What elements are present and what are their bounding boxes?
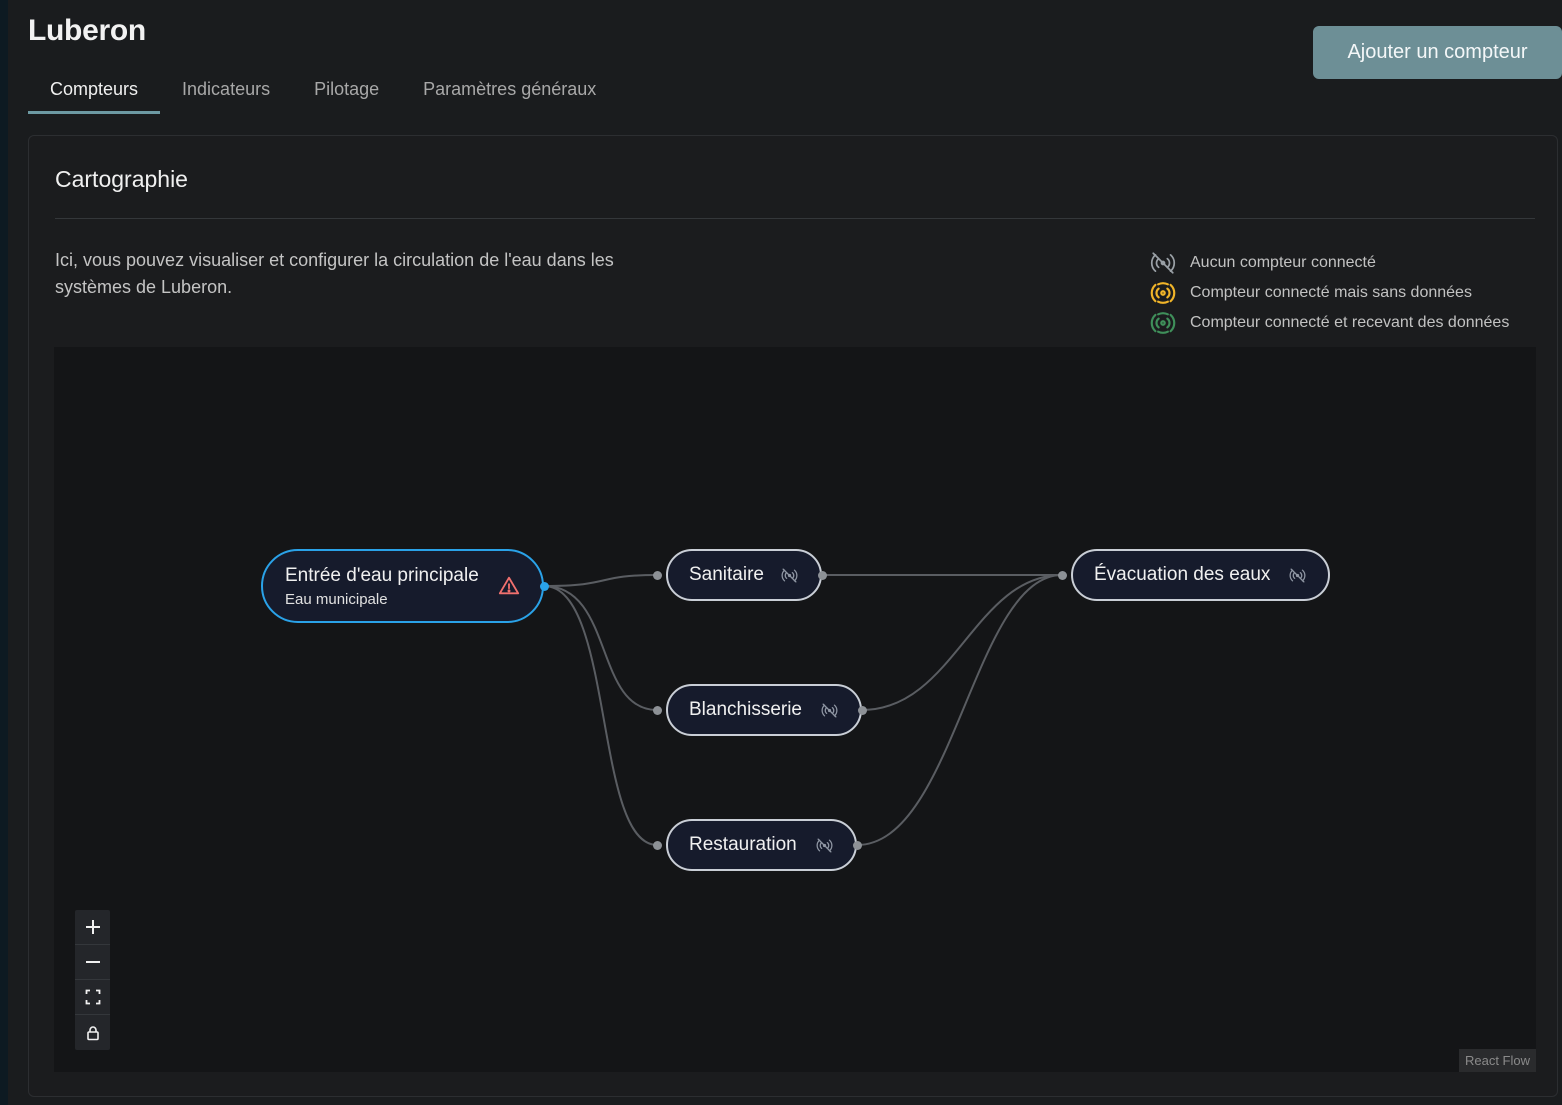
- node-handle-target[interactable]: [653, 571, 662, 580]
- signal-off-icon: [1149, 249, 1177, 277]
- warning-icon: [498, 575, 520, 597]
- node-handle-target[interactable]: [653, 706, 662, 715]
- legend-label: Compteur connecté et recevant des donnée…: [1190, 314, 1510, 331]
- add-meter-button[interactable]: Ajouter un compteur: [1313, 26, 1562, 79]
- minus-icon: [85, 961, 100, 963]
- node-evacuation[interactable]: Évacuation des eaux: [1071, 549, 1330, 601]
- signal-off-icon: [781, 567, 798, 584]
- react-flow-attribution[interactable]: React Flow: [1458, 1049, 1536, 1072]
- card-title: Cartographie: [55, 166, 188, 192]
- fit-view-icon: [85, 989, 100, 1005]
- node-handle-target[interactable]: [1058, 571, 1067, 580]
- node-handle-source[interactable]: [853, 841, 862, 850]
- node-label: Restauration: [689, 834, 797, 855]
- signal-off-icon: [821, 702, 838, 719]
- lock-button[interactable]: [75, 1015, 110, 1050]
- node-handle-source[interactable]: [540, 582, 549, 591]
- node-main-water-inlet[interactable]: Entrée d'eau principale Eau municipale: [261, 549, 544, 623]
- tab-pilotage[interactable]: Pilotage: [292, 68, 401, 114]
- signal-icon: [1149, 279, 1177, 307]
- tab-parametres-generaux[interactable]: Paramètres généraux: [401, 68, 618, 114]
- legend-item-receiving: Compteur connecté et recevant des donnée…: [1149, 308, 1509, 338]
- node-sanitaire[interactable]: Sanitaire: [666, 549, 822, 601]
- fit-view-button[interactable]: [75, 980, 110, 1015]
- edge-main-restauration: [543, 585, 658, 846]
- edge-restauration-evacuation: [856, 574, 1063, 846]
- legend-label: Aucun compteur connecté: [1190, 254, 1376, 271]
- node-blanchisserie[interactable]: Blanchisserie: [666, 684, 862, 736]
- page-title: Luberon: [28, 14, 146, 47]
- node-label: Sanitaire: [689, 564, 764, 585]
- flow-canvas[interactable]: Entrée d'eau principale Eau municipale S…: [54, 347, 1536, 1072]
- node-label: Évacuation des eaux: [1094, 564, 1271, 585]
- edge-main-sanitaire: [543, 574, 658, 587]
- signal-icon: [1149, 309, 1177, 337]
- zoom-in-button[interactable]: [75, 910, 110, 945]
- cartography-card: Cartographie Ici, vous pouvez visualiser…: [28, 135, 1558, 1097]
- card-description: Ici, vous pouvez visualiser et configure…: [55, 250, 614, 297]
- zoom-out-button[interactable]: [75, 945, 110, 980]
- legend-label: Compteur connecté mais sans données: [1190, 284, 1472, 301]
- legend-item-no-meter: Aucun compteur connecté: [1149, 248, 1509, 278]
- flow-controls: [75, 910, 110, 1050]
- status-legend: Aucun compteur connecté Compteur connect…: [1149, 248, 1509, 338]
- node-handle-source[interactable]: [818, 571, 827, 580]
- legend-item-no-data: Compteur connecté mais sans données: [1149, 278, 1509, 308]
- tab-bar: Compteurs Indicateurs Pilotage Paramètre…: [28, 68, 618, 114]
- edge-main-blanchisserie: [543, 585, 658, 711]
- node-handle-source[interactable]: [858, 706, 867, 715]
- node-label: Blanchisserie: [689, 699, 802, 720]
- node-sublabel: Eau municipale: [285, 590, 388, 608]
- signal-off-icon: [816, 837, 833, 854]
- signal-off-icon: [1289, 567, 1306, 584]
- tab-indicateurs[interactable]: Indicateurs: [160, 68, 292, 114]
- node-handle-target[interactable]: [653, 841, 662, 850]
- tab-compteurs[interactable]: Compteurs: [28, 68, 161, 114]
- edge-blanchisserie-evacuation: [861, 574, 1063, 711]
- lock-icon: [86, 1025, 99, 1040]
- card-divider: [55, 218, 1535, 219]
- node-label: Entrée d'eau principale: [285, 564, 479, 586]
- plus-icon: [85, 920, 100, 934]
- node-restauration[interactable]: Restauration: [666, 819, 857, 871]
- app-window: Luberon Ajouter un compteur Compteurs In…: [8, 0, 1562, 1105]
